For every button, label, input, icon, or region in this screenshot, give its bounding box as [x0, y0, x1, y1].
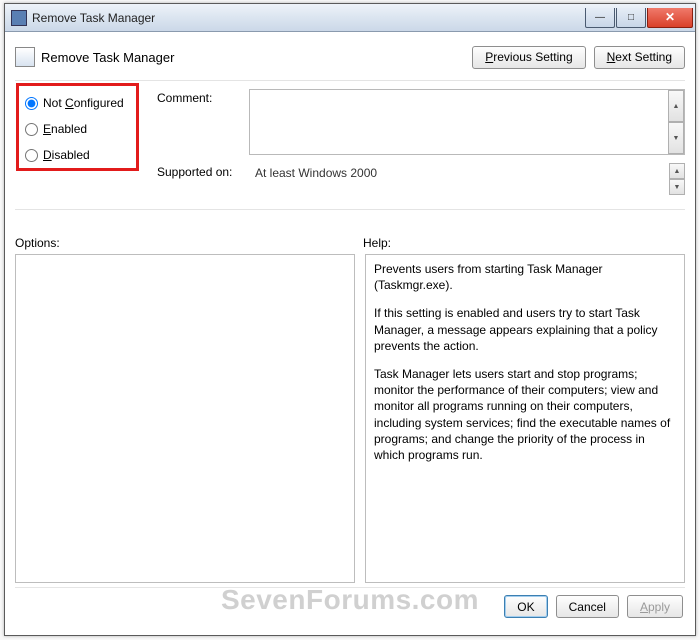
divider	[15, 80, 685, 81]
policy-header: Remove Task Manager Previous Setting Nex…	[15, 40, 685, 74]
window-controls: — □ ✕	[584, 8, 695, 28]
policy-icon	[15, 47, 35, 67]
enabled-radio[interactable]	[25, 123, 38, 136]
apply-button[interactable]: Apply	[627, 595, 683, 618]
window-title: Remove Task Manager	[32, 11, 155, 25]
options-pane	[15, 254, 355, 583]
close-button[interactable]: ✕	[647, 8, 693, 28]
not-configured-label[interactable]: Not Configured	[43, 96, 124, 110]
ok-button[interactable]: OK	[504, 595, 547, 618]
help-paragraph: Task Manager lets users start and stop p…	[374, 366, 676, 463]
panes: Prevents users from starting Task Manage…	[15, 254, 685, 583]
supported-on-value: At least Windows 2000	[255, 166, 377, 180]
help-pane: Prevents users from starting Task Manage…	[365, 254, 685, 583]
supported-on-text: At least Windows 2000 ▲▼	[249, 163, 685, 195]
options-label: Options:	[15, 236, 363, 250]
divider-2	[15, 209, 685, 210]
policy-dialog-window: Remove Task Manager — □ ✕ Remove Task Ma…	[4, 3, 696, 636]
previous-setting-button[interactable]: Previous Setting	[472, 46, 585, 69]
not-configured-radio[interactable]	[25, 97, 38, 110]
app-icon	[11, 10, 27, 26]
minimize-button[interactable]: —	[585, 8, 615, 28]
disabled-radio[interactable]	[25, 149, 38, 162]
titlebar[interactable]: Remove Task Manager — □ ✕	[5, 4, 695, 32]
comment-textarea[interactable]: ▲▼	[249, 89, 685, 155]
next-setting-button[interactable]: Next Setting	[594, 46, 685, 69]
comment-scroll[interactable]: ▲▼	[668, 90, 684, 154]
help-paragraph: Prevents users from starting Task Manage…	[374, 261, 676, 293]
section-labels: Options: Help:	[15, 236, 685, 250]
cancel-button[interactable]: Cancel	[556, 595, 619, 618]
comment-label: Comment:	[157, 89, 249, 105]
enabled-label[interactable]: Enabled	[43, 122, 87, 136]
supported-scroll[interactable]: ▲▼	[669, 163, 685, 195]
disabled-label[interactable]: Disabled	[43, 148, 90, 162]
supported-label: Supported on:	[157, 163, 249, 179]
help-paragraph: If this setting is enabled and users try…	[374, 305, 676, 354]
state-radio-group: Not Configured Enabled Disabled	[16, 83, 139, 171]
top-fields: Comment: ▲▼ Supported on: At least Windo…	[157, 89, 685, 203]
help-label: Help:	[363, 236, 391, 250]
policy-title: Remove Task Manager	[41, 50, 174, 65]
nav-buttons: Previous Setting Next Setting	[472, 46, 685, 69]
maximize-button[interactable]: □	[616, 8, 646, 28]
dialog-buttons: OK Cancel Apply	[15, 587, 685, 625]
client-area: Remove Task Manager Previous Setting Nex…	[5, 32, 695, 635]
